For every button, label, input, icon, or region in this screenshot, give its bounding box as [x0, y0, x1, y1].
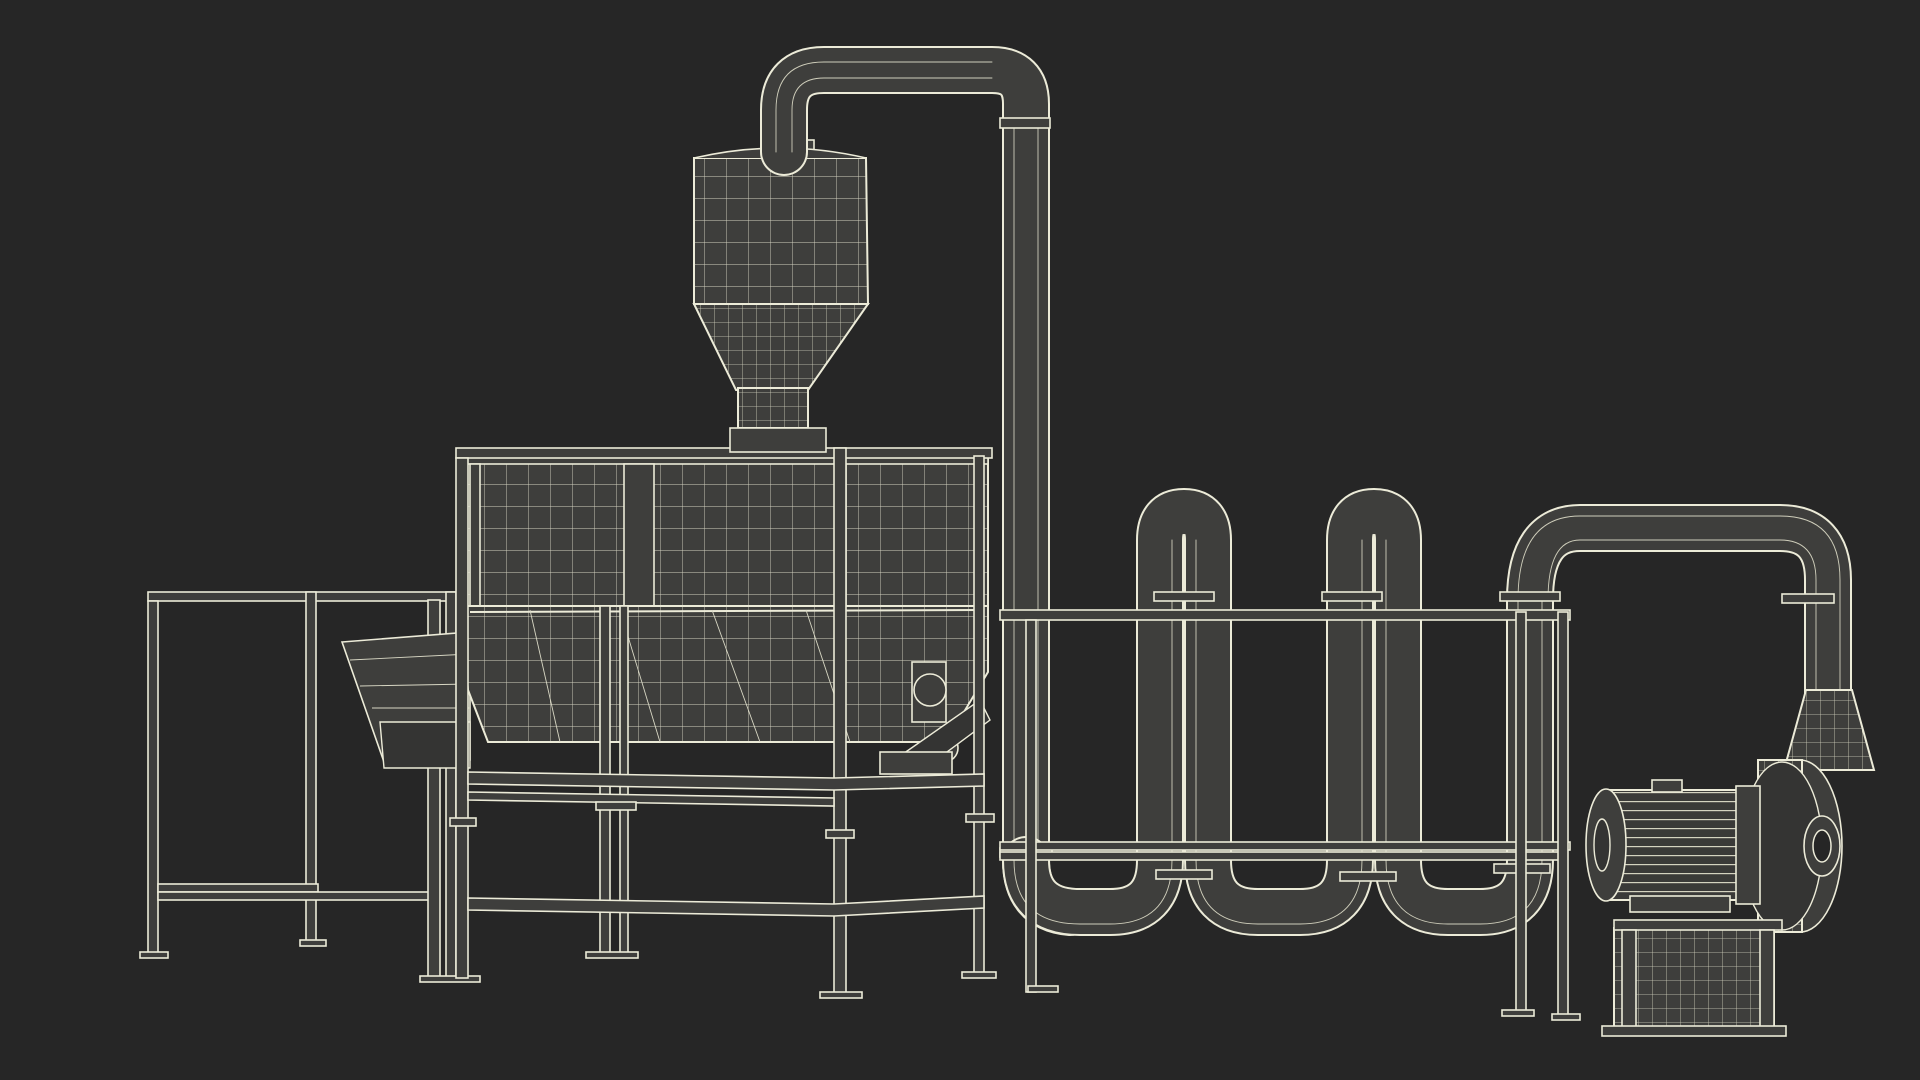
- pipe-rack: [999, 609, 1581, 1021]
- render-viewport: [0, 0, 1920, 1080]
- chute: [340, 631, 471, 769]
- blower-unit: [1585, 689, 1876, 1037]
- wireframe-machine-render: [139, 46, 1876, 1037]
- cyclone-separator: [692, 139, 870, 453]
- mixer-hopper: [457, 451, 991, 775]
